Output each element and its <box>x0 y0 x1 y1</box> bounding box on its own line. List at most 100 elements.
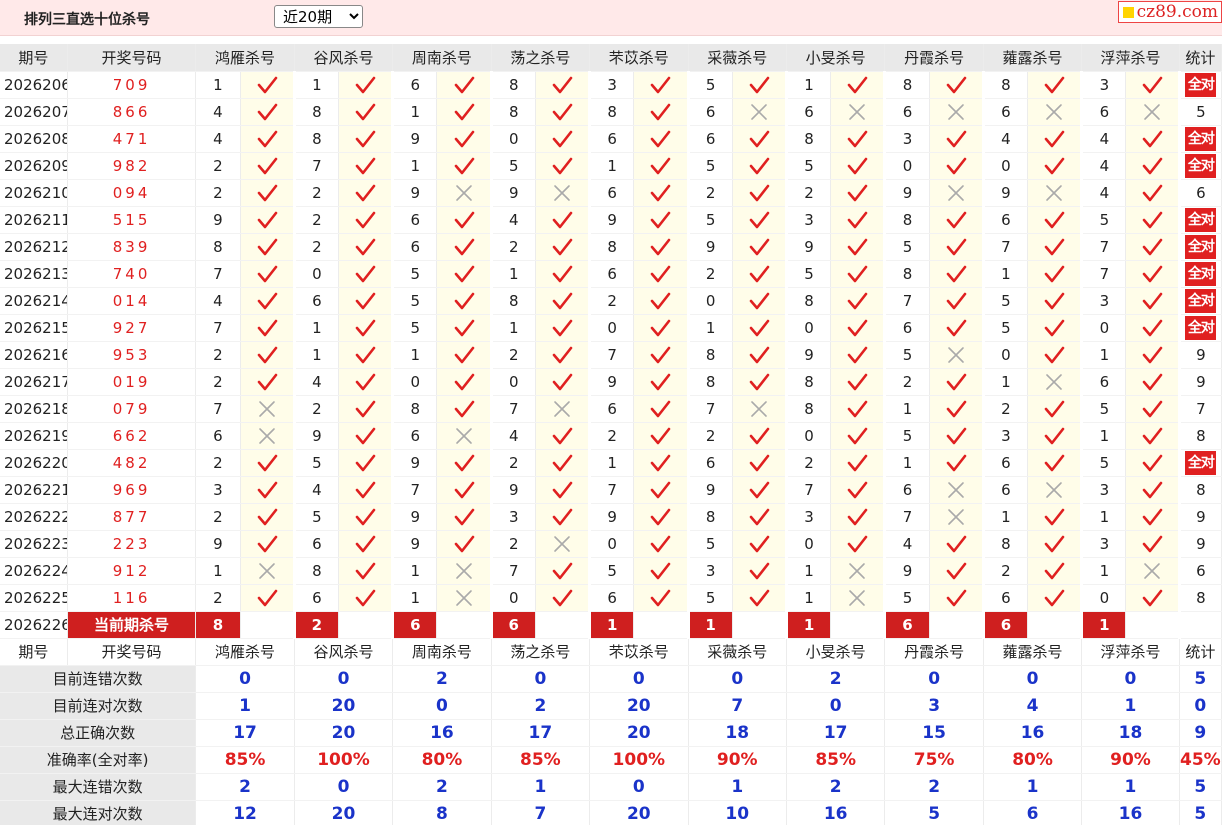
check-icon <box>830 368 887 396</box>
col-expert-header: 采薇杀号 <box>688 638 787 666</box>
kill-number-cell: 5 <box>688 71 733 99</box>
kill-number-cell: 1 <box>491 314 536 342</box>
kill-number-cell: 8 <box>589 233 635 261</box>
check-icon <box>929 584 985 612</box>
kill-number-cell: 8 <box>294 98 339 126</box>
stats-row: 目前连错次数 0 0 2 0 0 0 2 0 0 0 5 <box>0 665 1222 693</box>
check-icon <box>535 557 592 585</box>
stats-total: 5 <box>1179 800 1222 825</box>
all-right-badge: 全对 <box>1185 207 1217 232</box>
kill-number-cell: 6 <box>983 449 1029 477</box>
cross-icon <box>929 503 985 531</box>
kill-number-cell: 0 <box>491 125 536 153</box>
period-cell: 2026206 <box>0 71 68 99</box>
period-range-select[interactable]: 近20期 <box>274 5 363 28</box>
cross-icon <box>929 98 985 126</box>
check-icon <box>535 233 592 261</box>
total-cell: 全对 <box>1179 233 1222 261</box>
stats-label: 最大连错次数 <box>0 773 197 801</box>
check-icon <box>732 287 788 315</box>
kill-number-cell: 6 <box>884 314 930 342</box>
kill-number-cell: 0 <box>491 368 536 396</box>
kill-number-cell: 7 <box>491 395 536 423</box>
check-icon <box>1125 71 1181 99</box>
check-icon <box>830 206 887 234</box>
check-icon <box>929 287 985 315</box>
cross-icon <box>1027 476 1084 504</box>
check-icon <box>1125 503 1181 531</box>
current-kill-number: 1 <box>786 611 832 639</box>
check-icon <box>633 584 690 612</box>
col-expert-header: 小旻杀号 <box>786 638 886 666</box>
check-icon <box>535 341 592 369</box>
table-row: 2026216 953 2 1 1 2 7 8 9 5 0 1 9 <box>0 341 1222 369</box>
period-cell: 2026210 <box>0 179 68 207</box>
kill-number-cell: 2 <box>491 233 536 261</box>
stats-label: 准确率(全对率) <box>0 746 197 774</box>
col-expert-header: 芣苡杀号 <box>589 638 689 666</box>
check-icon <box>830 503 887 531</box>
cross-icon <box>830 584 887 612</box>
stats-label: 目前连错次数 <box>0 665 197 693</box>
kill-number-cell: 1 <box>1081 341 1127 369</box>
kill-number-cell: 8 <box>688 503 733 531</box>
kill-number-cell: 6 <box>392 206 438 234</box>
check-icon <box>633 71 690 99</box>
check-icon <box>338 98 395 126</box>
current-period-row: 2026226 当前期杀号 8 2 6 6 1 1 1 6 6 1 <box>0 611 1222 639</box>
check-icon <box>436 530 493 558</box>
check-icon <box>732 584 788 612</box>
kill-number-cell: 3 <box>786 503 832 531</box>
check-icon <box>732 125 788 153</box>
check-icon <box>732 152 788 180</box>
check-icon <box>436 233 493 261</box>
kill-number-cell: 1 <box>1081 503 1127 531</box>
kill-number-cell: 4 <box>983 125 1029 153</box>
stats-value: 15 <box>884 719 984 747</box>
check-icon <box>633 503 690 531</box>
check-icon <box>830 71 887 99</box>
check-icon <box>732 503 788 531</box>
check-icon <box>929 152 985 180</box>
check-icon <box>1027 125 1084 153</box>
check-icon <box>830 395 887 423</box>
kill-number-cell: 3 <box>1081 287 1127 315</box>
check-icon <box>338 584 395 612</box>
stats-value: 12 <box>195 800 295 825</box>
check-icon <box>830 125 887 153</box>
kill-number-cell: 5 <box>294 503 339 531</box>
check-icon <box>338 71 395 99</box>
check-icon <box>1027 206 1084 234</box>
cross-icon <box>1125 98 1181 126</box>
table-row: 2026224 912 1 8 1 7 5 3 1 9 2 1 6 <box>0 557 1222 585</box>
kill-number-cell: 5 <box>491 152 536 180</box>
stats-total: 0 <box>1179 692 1222 720</box>
kill-number-cell: 5 <box>688 152 733 180</box>
kill-number-cell: 0 <box>983 341 1029 369</box>
stats-value: 1 <box>688 773 787 801</box>
kill-number-cell: 9 <box>983 179 1029 207</box>
total-cell: 全对 <box>1179 206 1222 234</box>
check-icon <box>732 368 788 396</box>
kill-number-cell: 3 <box>1081 530 1127 558</box>
check-icon <box>1027 341 1084 369</box>
stats-value: 8 <box>392 800 492 825</box>
kill-number-cell: 6 <box>589 395 635 423</box>
current-kill-number: 6 <box>884 611 930 639</box>
check-icon <box>535 71 592 99</box>
check-icon <box>338 449 395 477</box>
check-icon <box>732 341 788 369</box>
kill-number-cell: 1 <box>1081 557 1127 585</box>
period-cell: 2026214 <box>0 287 68 315</box>
stats-label: 目前连对次数 <box>0 692 197 720</box>
check-icon <box>633 98 690 126</box>
site-logo[interactable]: cz89.com <box>1118 1 1222 23</box>
stats-value: 90% <box>1081 746 1180 774</box>
cross-icon <box>929 476 985 504</box>
check-icon <box>338 287 395 315</box>
kill-number-cell: 4 <box>491 422 536 450</box>
current-kill-number: 8 <box>195 611 241 639</box>
check-icon <box>633 395 690 423</box>
current-kill-number: 6 <box>491 611 536 639</box>
col-draw-header: 开奖号码 <box>67 44 197 72</box>
